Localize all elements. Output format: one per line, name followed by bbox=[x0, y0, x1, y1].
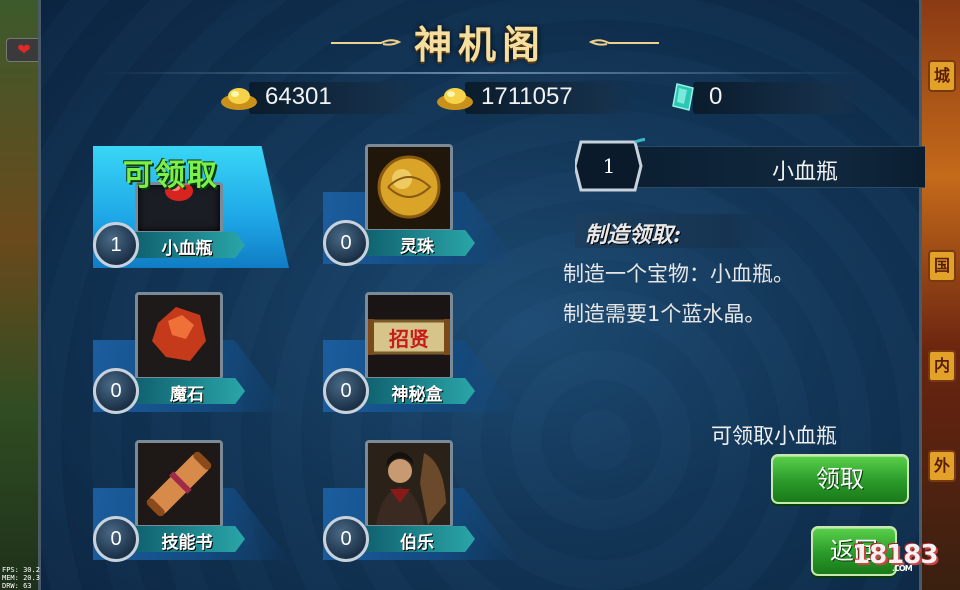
title-bar: 神机阁 bbox=[41, 6, 919, 74]
detail-desc-line1: 制造一个宝物：小血瓶。 bbox=[563, 262, 794, 286]
background-left bbox=[0, 0, 40, 590]
item-name: 魔石 bbox=[170, 385, 204, 405]
debug-mem: MEM: 20.3 bbox=[2, 574, 40, 582]
item-name: 神秘盒 bbox=[391, 385, 443, 405]
side-tag[interactable]: 城 bbox=[928, 60, 956, 92]
debug-drw: DRW: 63 bbox=[2, 582, 32, 590]
shenji-panel: 神机阁 64301 1711057 0 可领取 小血瓶 1 灵珠 0 魔石 0 … bbox=[38, 0, 925, 590]
page-title: 神机阁 bbox=[413, 22, 546, 67]
item-slot-shenmihe[interactable]: 招贤 神秘盒 0 bbox=[323, 292, 519, 424]
currency-value: 1711057 bbox=[481, 83, 573, 110]
red-stone-icon bbox=[135, 292, 223, 380]
item-count-badge: 0 bbox=[323, 516, 369, 562]
detail-item-name: 小血瓶 bbox=[771, 160, 838, 185]
item-slot-lingzhu[interactable]: 灵珠 0 bbox=[323, 144, 519, 276]
ornament-right-icon bbox=[589, 39, 659, 46]
item-count-badge: 0 bbox=[323, 220, 369, 266]
game-screen: ❤ 城 国 内 外 神机阁 64301 1711057 0 可领取 小血瓶 1 … bbox=[0, 0, 960, 590]
currency-gold-2: 1711057 bbox=[435, 80, 635, 114]
detail-count: 1 bbox=[602, 154, 616, 178]
detail-desc-line2: 制造需要1个蓝水晶。 bbox=[563, 302, 766, 326]
item-count-badge: 0 bbox=[93, 368, 139, 414]
item-name: 灵珠 bbox=[400, 237, 434, 257]
golden-orb-icon bbox=[365, 144, 453, 232]
gold-ingot-icon bbox=[437, 88, 473, 110]
currency-value: 0 bbox=[709, 83, 723, 110]
make-heading: 制造领取: bbox=[575, 214, 795, 248]
gold-ingot-icon bbox=[221, 88, 257, 110]
item-name: 伯乐 bbox=[400, 533, 434, 553]
claimable-label: 可领取 bbox=[123, 158, 219, 193]
side-tag[interactable]: 内 bbox=[928, 350, 956, 382]
item-count-badge: 0 bbox=[93, 516, 139, 562]
currency-crystal: 0 bbox=[663, 80, 863, 114]
claim-button[interactable]: 领取 bbox=[771, 454, 909, 504]
title-divider bbox=[101, 72, 859, 74]
background-right: 城 国 内 外 bbox=[916, 0, 960, 590]
item-count-badge: 0 bbox=[323, 368, 369, 414]
site-watermark: 18183 .COM bbox=[852, 540, 938, 573]
scroll-icon bbox=[135, 440, 223, 528]
ornament-left-icon bbox=[331, 39, 401, 46]
heart-icon[interactable]: ❤ bbox=[6, 38, 42, 62]
item-slot-moshi[interactable]: 魔石 0 bbox=[93, 292, 289, 424]
hero-portrait-icon bbox=[365, 440, 453, 528]
detail-header: 1 小血瓶 bbox=[575, 138, 925, 194]
currency-gold-1: 64301 bbox=[219, 80, 419, 114]
item-slot-xiaoxueping[interactable]: 可领取 小血瓶 1 bbox=[89, 142, 293, 278]
mystery-box-icon: 招贤 bbox=[365, 292, 453, 380]
item-slot-bole[interactable]: 伯乐 0 bbox=[323, 440, 519, 572]
side-tag[interactable]: 国 bbox=[928, 250, 956, 282]
item-slot-jinengshu[interactable]: 技能书 0 bbox=[93, 440, 289, 572]
item-name: 技能书 bbox=[161, 533, 213, 553]
item-count-badge: 1 bbox=[93, 222, 139, 268]
currency-value: 64301 bbox=[265, 83, 332, 110]
crystal-icon bbox=[672, 83, 694, 111]
debug-overlay: FPS: 30.2 MEM: 20.3 DRW: 63 bbox=[2, 566, 40, 590]
box-label: 招贤 bbox=[389, 327, 429, 351]
claimable-text: 可领取小血瓶 bbox=[711, 424, 837, 448]
debug-fps: FPS: 30.2 bbox=[2, 566, 40, 574]
item-name: 小血瓶 bbox=[161, 239, 213, 259]
make-heading-label: 制造领取: bbox=[585, 222, 682, 248]
side-tag[interactable]: 外 bbox=[928, 450, 956, 482]
